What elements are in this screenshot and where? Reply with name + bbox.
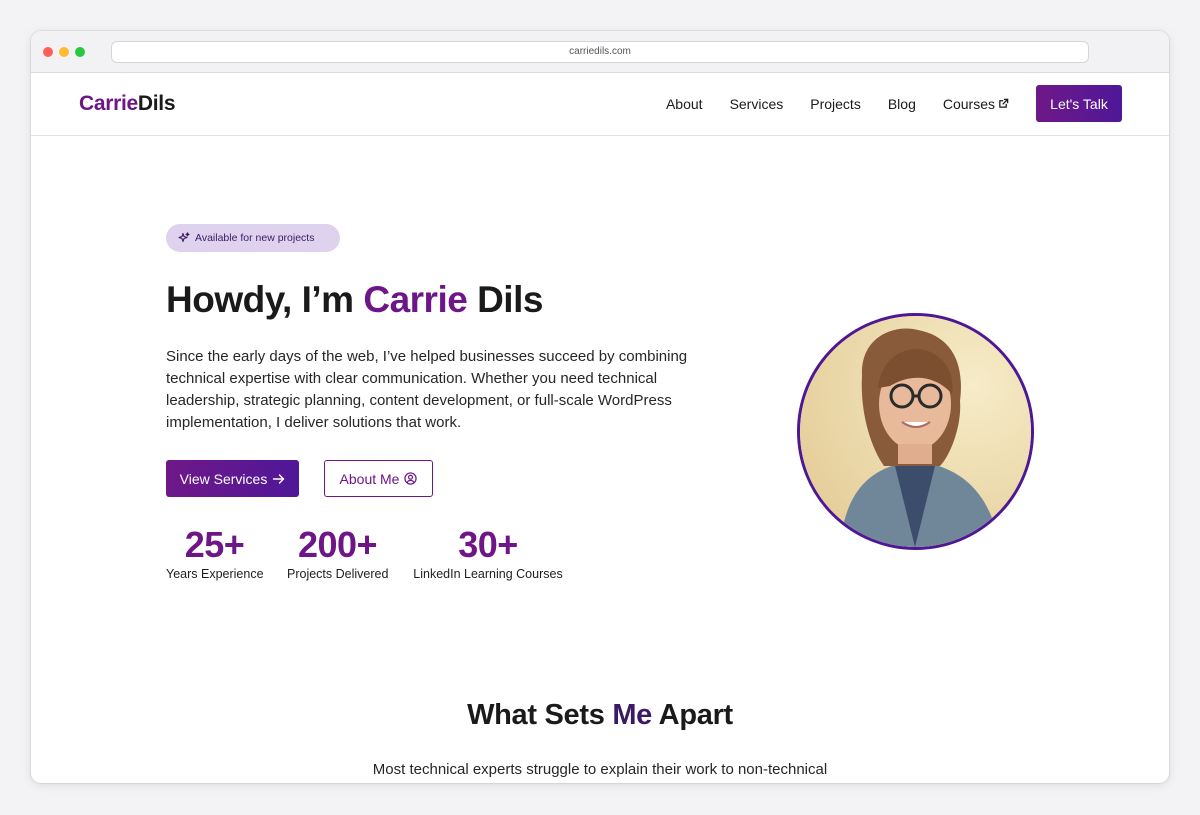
- sparkles-icon: [178, 232, 190, 243]
- about-me-label: About Me: [339, 470, 400, 487]
- view-services-button[interactable]: View Services: [166, 460, 299, 497]
- portrait-illustration: [800, 316, 1031, 547]
- stat-years-label: Years Experience: [166, 567, 264, 581]
- view-services-label: View Services: [179, 470, 268, 487]
- nav-courses[interactable]: Courses: [943, 96, 1009, 112]
- hero-intro-text: Since the early days of the web, I’ve he…: [166, 348, 688, 431]
- stat-years-value: 25+: [184, 524, 245, 565]
- headline-last-name: Dils: [467, 279, 543, 320]
- what-sets-me-apart-heading: What Sets Me Apart: [31, 699, 1169, 732]
- arrow-right-icon: [273, 473, 285, 484]
- maximize-window-icon[interactable]: [75, 47, 85, 57]
- site-header: CarrieDils About Services Projects Blog …: [31, 73, 1169, 136]
- hero-headline: Howdy, I’m Carrie Dils: [166, 279, 543, 321]
- stat-projects-value: 200+: [297, 524, 378, 565]
- about-me-button[interactable]: About Me: [324, 460, 433, 497]
- close-window-icon[interactable]: [43, 47, 53, 57]
- stat-courses: 30+ LinkedIn Learning Courses: [413, 524, 563, 581]
- stat-years: 25+ Years Experience: [166, 524, 264, 581]
- site-logo[interactable]: CarrieDils: [79, 92, 176, 116]
- main-nav: About Services Projects Blog Courses Let…: [639, 85, 1122, 122]
- browser-window: carriedils.com CarrieDils About Services…: [31, 31, 1169, 783]
- browser-titlebar: carriedils.com: [31, 31, 1169, 73]
- nav-about[interactable]: About: [666, 96, 703, 112]
- availability-badge-label: Available for new projects: [195, 232, 315, 244]
- user-circle-icon: [404, 472, 418, 485]
- availability-badge: Available for new projects: [166, 224, 340, 252]
- address-bar[interactable]: carriedils.com: [111, 41, 1089, 63]
- profile-photo: [797, 313, 1034, 550]
- apart-title-pre: What Sets: [467, 699, 613, 731]
- lets-talk-button[interactable]: Let's Talk: [1036, 85, 1122, 122]
- headline-first-name: Carrie: [363, 279, 468, 320]
- apart-title-accent: Me: [612, 699, 652, 731]
- logo-last-name: Dils: [137, 92, 176, 115]
- apart-title-post: Apart: [652, 699, 734, 731]
- apart-intro-text: Most technical experts struggle to expla…: [372, 761, 828, 778]
- stat-courses-value: 30+: [458, 524, 518, 565]
- logo-first-name: Carrie: [79, 92, 138, 115]
- nav-services[interactable]: Services: [730, 96, 784, 112]
- nav-blog[interactable]: Blog: [888, 96, 916, 112]
- nav-projects[interactable]: Projects: [810, 96, 861, 112]
- headline-greeting: Howdy, I’m: [166, 279, 364, 320]
- external-link-icon: [999, 98, 1009, 108]
- stat-projects: 200+ Projects Delivered: [287, 524, 388, 581]
- stat-courses-label: LinkedIn Learning Courses: [413, 567, 563, 581]
- stat-projects-label: Projects Delivered: [287, 567, 389, 581]
- minimize-window-icon[interactable]: [59, 47, 69, 57]
- nav-courses-label: Courses: [942, 95, 995, 112]
